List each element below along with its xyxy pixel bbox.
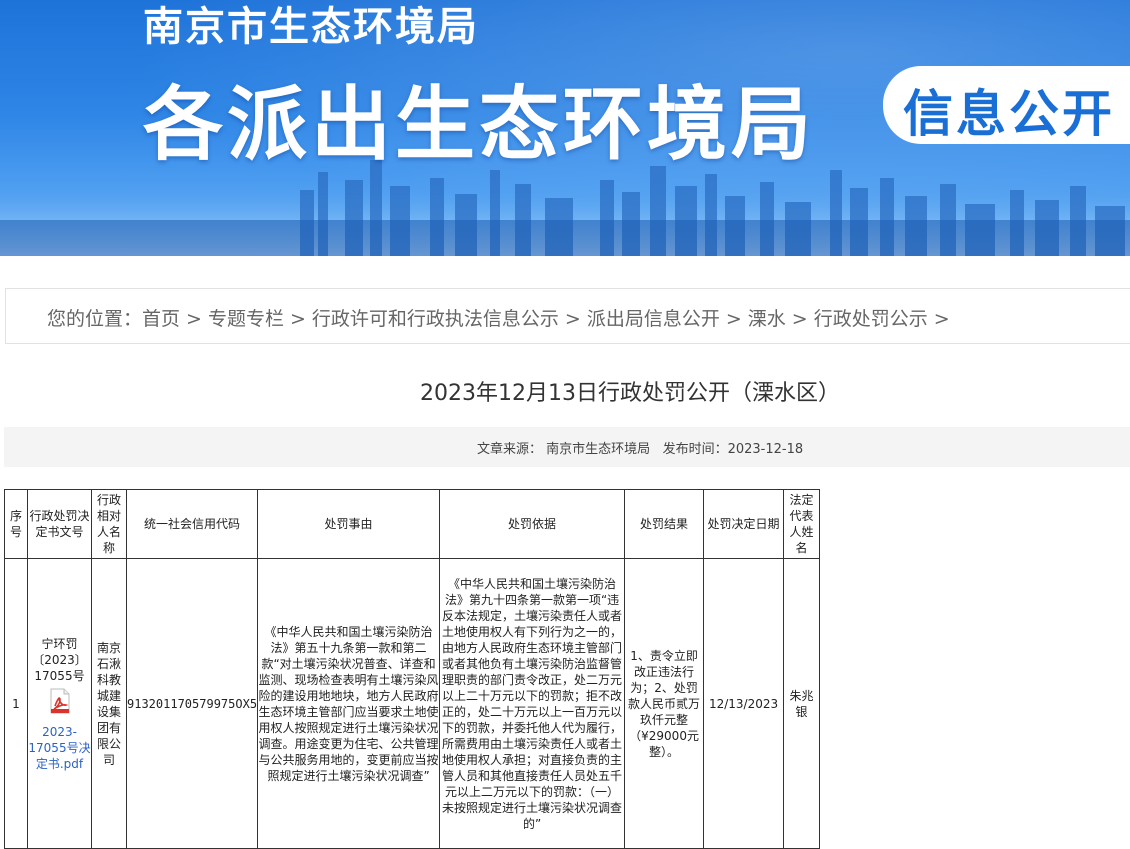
banner-headline: 各派出生态环境局 bbox=[143, 78, 815, 171]
cell-result: 1、责令立即改正违法行为；2、处罚款人民币贰万玖仟元整（¥29000元整）。 bbox=[624, 558, 705, 849]
article-meta-bar: 文章来源： 南京市生态环境局 发布时间：2023-12-18 bbox=[4, 427, 1130, 467]
cell-basis: 《中华人民共和国土壤污染防治法》第九十四条第一款第一项“违反本法规定，土壤污染责… bbox=[439, 558, 626, 849]
col-header-index: 序号 bbox=[4, 489, 28, 559]
col-header-reason: 处罚事由 bbox=[257, 489, 441, 559]
cell-date: 12/13/2023 bbox=[703, 558, 785, 849]
col-header-party: 行政相对人名称 bbox=[91, 489, 127, 559]
banner-badge-label: 信息公开 bbox=[903, 85, 1115, 143]
breadcrumb-lishui-link[interactable]: 溧水 bbox=[748, 308, 786, 330]
penalty-table: 序号 行政处罚决定书文号 行政相对人名称 统一社会信用代码 处罚事由 处罚依据 … bbox=[4, 489, 821, 849]
breadcrumb-separator: > bbox=[564, 308, 581, 330]
col-header-credit-code: 统一社会信用代码 bbox=[125, 489, 259, 559]
cell-reason: 《中华人民共和国土壤污染防治法》第五十九条第一款和第二款“对土壤污染状况普查、详… bbox=[257, 558, 441, 849]
cell-party: 南京石湫科教城建设集团有限公司 bbox=[91, 558, 127, 849]
col-header-date: 处罚决定日期 bbox=[703, 489, 785, 559]
breadcrumb-branch-link[interactable]: 派出局信息公开 bbox=[587, 308, 720, 330]
table-header-row: 序号 行政处罚决定书文号 行政相对人名称 统一社会信用代码 处罚事由 处罚依据 … bbox=[4, 489, 821, 559]
cell-index: 1 bbox=[4, 558, 28, 849]
breadcrumb-home-link[interactable]: 首页 bbox=[142, 308, 180, 330]
breadcrumb: 您的位置：首页 > 专题专栏 > 行政许可和行政执法信息公示 > 派出局信息公开 > 溧水 > 行政… bbox=[5, 288, 1130, 344]
banner-badge: 信息公开 bbox=[883, 66, 1130, 144]
date-label: 发布时间： bbox=[662, 442, 728, 457]
breadcrumb-separator: > bbox=[289, 308, 306, 330]
col-header-result: 处罚结果 bbox=[624, 489, 705, 559]
breadcrumb-separator: > bbox=[791, 308, 808, 330]
cell-credit-code: 913201170579975OX5 bbox=[125, 558, 259, 849]
attachment-pdf-link[interactable]: 2023-17055号决定书.pdf bbox=[28, 725, 90, 771]
doc-no-text: 宁环罚〔2023〕17055号 bbox=[32, 636, 87, 683]
col-header-doc-no: 行政处罚决定书文号 bbox=[27, 489, 92, 559]
col-header-basis: 处罚依据 bbox=[439, 489, 626, 559]
breadcrumb-separator: > bbox=[725, 308, 742, 330]
breadcrumb-separator: > bbox=[933, 308, 950, 330]
breadcrumb-prefix: 您的位置： bbox=[47, 308, 143, 330]
cell-doc-no: 宁环罚〔2023〕17055号 2023-17055号决定书.pdf bbox=[27, 558, 92, 849]
col-header-legal-rep: 法定代表人姓名 bbox=[783, 489, 821, 559]
pdf-icon[interactable] bbox=[49, 688, 71, 714]
breadcrumb-separator: > bbox=[186, 308, 202, 330]
source-value: 南京市生态环境局 bbox=[546, 442, 651, 457]
breadcrumb-penalty-link[interactable]: 行政处罚公示 bbox=[814, 308, 928, 330]
source-label: 文章来源： bbox=[477, 442, 543, 457]
breadcrumb-enforcement-link[interactable]: 行政许可和行政执法信息公示 bbox=[312, 308, 559, 330]
banner-org-name: 南京市生态环境局 bbox=[143, 4, 479, 50]
breadcrumb-topics-link[interactable]: 专题专栏 bbox=[208, 308, 284, 330]
header-banner: 南京市生态环境局 各派出生态环境局 信息公开 bbox=[0, 0, 1130, 256]
cell-legal-rep: 朱兆银 bbox=[783, 558, 821, 849]
date-value: 2023-12-18 bbox=[727, 442, 804, 457]
table-row: 1 宁环罚〔2023〕17055号 2023-17055号决定书.pdf 南京石… bbox=[4, 558, 821, 849]
page-title: 2023年12月13日行政处罚公开（溧水区） bbox=[420, 381, 840, 406]
